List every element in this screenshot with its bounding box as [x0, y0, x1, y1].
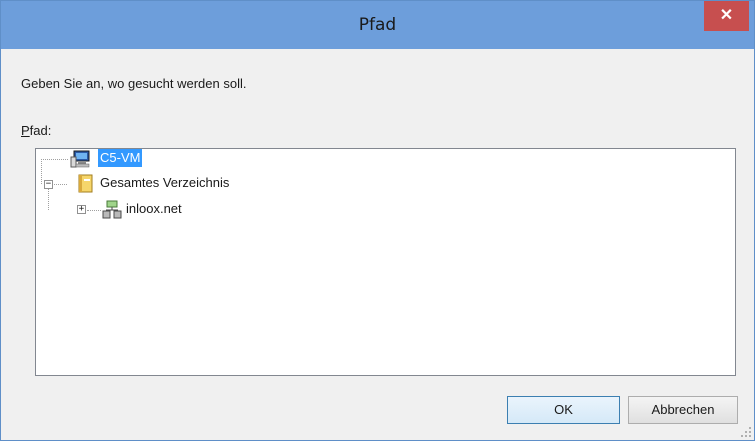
tree-line [87, 210, 101, 211]
dialog-content: Geben Sie an, wo gesucht werden soll. Pf… [1, 49, 754, 440]
domain-icon [102, 200, 122, 219]
collapse-toggle[interactable]: − [44, 180, 53, 189]
cancel-button[interactable]: Abbrechen [628, 396, 738, 424]
tree-line [41, 159, 68, 160]
directory-book-icon [78, 174, 93, 193]
tree-line [51, 184, 67, 185]
path-label: Pfad: [21, 123, 51, 138]
ok-button[interactable]: OK [507, 396, 620, 424]
tree-line [41, 159, 42, 184]
dialog-window: Pfad ✕ Geben Sie an, wo gesucht werden s… [0, 0, 755, 441]
computer-icon [70, 150, 90, 168]
tree-node-label: C5-VM [98, 149, 143, 167]
expand-toggle[interactable]: + [77, 205, 86, 214]
window-title: Pfad [358, 15, 397, 35]
tree-node-label: inloox.net [126, 201, 182, 216]
title-bar[interactable]: Pfad ✕ [1, 1, 754, 49]
resize-grip-icon[interactable] [741, 427, 751, 437]
path-label-rest: fad: [29, 123, 52, 138]
tree-node-label: Gesamtes Verzeichnis [100, 175, 230, 190]
tree-line [48, 189, 49, 210]
instruction-text: Geben Sie an, wo gesucht werden soll. [21, 76, 247, 91]
close-button[interactable]: ✕ [704, 1, 749, 31]
path-label-mnemonic: P [21, 123, 30, 138]
close-icon: ✕ [719, 7, 734, 24]
path-tree[interactable]: C5-VM − Gesamtes Verzeichnis + inloox.ne… [35, 148, 736, 376]
